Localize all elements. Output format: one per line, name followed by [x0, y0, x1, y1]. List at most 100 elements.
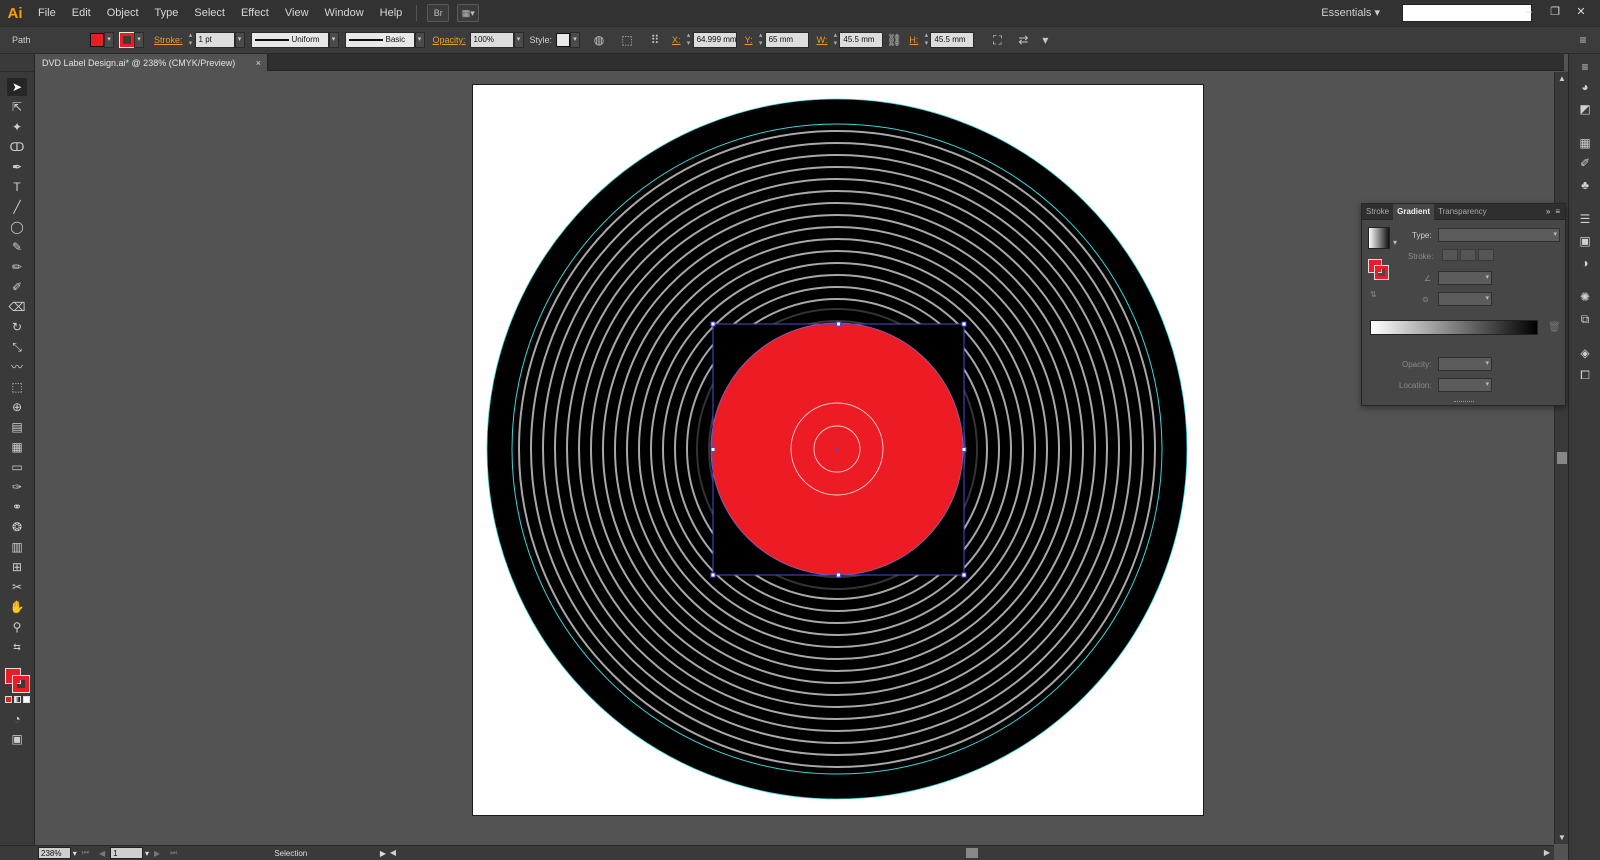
- selection-handle[interactable]: [836, 572, 841, 578]
- stroke-weight-field[interactable]: 1 pt: [194, 32, 235, 48]
- scroll-down-icon[interactable]: ▼: [1555, 833, 1569, 842]
- stroke-within-icon[interactable]: [1442, 249, 1458, 261]
- reverse-gradient-icon[interactable]: ⇅: [1370, 290, 1377, 299]
- selection-handle[interactable]: [961, 572, 967, 578]
- bridge-button[interactable]: Br: [427, 4, 450, 22]
- direct-selection-tool-icon[interactable]: ⇱: [7, 98, 27, 116]
- last-artboard-icon[interactable]: ⏭: [170, 848, 177, 858]
- stroke-dropdown-icon[interactable]: ▾: [134, 32, 144, 48]
- magic-wand-tool-icon[interactable]: ✦: [7, 118, 27, 136]
- w-spinner-icon[interactable]: ▴ ▾: [831, 32, 839, 48]
- artboard-tool-icon[interactable]: ⊞: [7, 558, 27, 576]
- horizontal-scrollbar[interactable]: ◀ ▶: [386, 845, 1554, 860]
- variable-width-dropdown-icon[interactable]: ▾: [328, 32, 339, 48]
- panel-menu-icon[interactable]: ≡: [1555, 207, 1565, 216]
- opacity-link[interactable]: Opacity:: [433, 35, 466, 45]
- tools-panel-grip[interactable]: [0, 54, 34, 72]
- menu-select[interactable]: Select: [186, 0, 233, 26]
- appearance-panel-icon[interactable]: ✺: [1575, 288, 1595, 306]
- close-tab-icon[interactable]: ×: [256, 58, 261, 68]
- gradient-stroke-swatch[interactable]: [1374, 265, 1389, 280]
- menu-effect[interactable]: Effect: [233, 0, 277, 26]
- hand-tool-icon[interactable]: ✋: [7, 598, 27, 616]
- paintbrush-tool-icon[interactable]: ✎: [7, 238, 27, 256]
- symbol-sprayer-tool-icon[interactable]: ❂: [7, 518, 27, 536]
- pencil-tool-icon[interactable]: ✏: [7, 258, 27, 276]
- y-label[interactable]: Y:: [745, 35, 753, 45]
- document-tab[interactable]: DVD Label Design.ai* @ 238% (CMYK/Previe…: [36, 54, 268, 71]
- swatches-panel-icon[interactable]: ▦: [1575, 134, 1595, 152]
- warp-tool-icon[interactable]: 〰: [7, 358, 27, 376]
- y-position-field[interactable]: 65 mm: [764, 32, 809, 48]
- constrain-proportions-icon[interactable]: ⛓: [885, 31, 903, 49]
- pen-tool-icon[interactable]: ✒: [7, 158, 27, 176]
- tab-transparency[interactable]: Transparency: [1434, 204, 1491, 220]
- variable-width-profile[interactable]: Uniform: [250, 32, 329, 48]
- swap-fill-stroke-icon[interactable]: ⇆: [7, 638, 27, 656]
- artwork-svg[interactable]: [36, 72, 1552, 844]
- restore-button[interactable]: ❐: [1542, 4, 1568, 20]
- minimize-button[interactable]: –: [1516, 4, 1542, 20]
- y-spinner-icon[interactable]: ▴ ▾: [757, 32, 765, 48]
- menu-type[interactable]: Type: [147, 0, 187, 26]
- scale-tool-icon[interactable]: ⤡: [7, 338, 27, 356]
- brushes-panel-icon[interactable]: ✐: [1575, 154, 1595, 172]
- menu-help[interactable]: Help: [372, 0, 411, 26]
- color-guide-icon[interactable]: ◩: [1575, 100, 1595, 118]
- slice-tool-icon[interactable]: ✂: [7, 578, 27, 596]
- scroll-right-icon[interactable]: ▶: [1540, 848, 1554, 857]
- zoom-field[interactable]: 238%: [38, 847, 71, 859]
- collapse-dock-icon[interactable]: ≡: [1575, 58, 1595, 76]
- selection-handle[interactable]: [961, 321, 967, 327]
- graphic-styles-icon[interactable]: ⧉: [1575, 310, 1595, 328]
- control-panel-menu-icon[interactable]: ≡: [1574, 31, 1592, 49]
- arrange-documents-icon[interactable]: ▦▾: [457, 4, 480, 22]
- color-mode-icon[interactable]: [5, 696, 12, 703]
- stroke-along-icon[interactable]: [1460, 249, 1476, 261]
- panel-resize-grip[interactable]: [1454, 401, 1474, 403]
- fill-color-swatch[interactable]: [90, 33, 104, 47]
- graphic-style-swatch[interactable]: [556, 33, 571, 47]
- collapse-panel-icon[interactable]: »: [1546, 207, 1555, 216]
- symbols-panel-icon[interactable]: ♣: [1575, 176, 1595, 194]
- selection-handle[interactable]: [710, 447, 716, 452]
- gradient-preview-swatch[interactable]: [1368, 227, 1390, 249]
- help-search-input[interactable]: [1402, 4, 1532, 22]
- gradient-opacity-field[interactable]: ▾: [1438, 357, 1492, 371]
- stroke-swatch[interactable]: [12, 675, 30, 693]
- blob-brush-tool-icon[interactable]: ✐: [7, 278, 27, 296]
- height-field[interactable]: 45.5 mm: [930, 32, 975, 48]
- reference-point-icon[interactable]: ⠿: [646, 31, 664, 49]
- h-spinner-icon[interactable]: ▴ ▾: [922, 32, 930, 48]
- selection-tool-icon[interactable]: ➤: [7, 78, 27, 96]
- gradient-preview-dropdown-icon[interactable]: ▾: [1393, 238, 1397, 247]
- first-artboard-icon[interactable]: ⏮: [82, 848, 89, 858]
- stroke-panel-icon[interactable]: ☰: [1575, 210, 1595, 228]
- aspect-ratio-field[interactable]: ▾: [1438, 292, 1492, 306]
- w-label[interactable]: W:: [817, 35, 828, 45]
- artboards-panel-icon[interactable]: ⧠: [1575, 366, 1595, 384]
- drawing-modes-icon[interactable]: ◔: [7, 710, 27, 728]
- lasso-tool-icon[interactable]: ↀ: [7, 138, 27, 156]
- eraser-tool-icon[interactable]: ⌫: [7, 298, 27, 316]
- x-label[interactable]: X:: [672, 35, 681, 45]
- type-tool-icon[interactable]: T: [7, 178, 27, 196]
- zoom-dropdown-icon[interactable]: ▾: [73, 849, 77, 858]
- close-window-button[interactable]: ✕: [1568, 4, 1594, 20]
- column-graph-tool-icon[interactable]: ▥: [7, 538, 27, 556]
- style-dropdown-icon[interactable]: ▾: [570, 32, 581, 48]
- opacity-field[interactable]: 100%: [469, 32, 514, 48]
- stroke-weight-dropdown-icon[interactable]: ▾: [234, 32, 245, 48]
- width-field[interactable]: 45.5 mm: [839, 32, 884, 48]
- fill-dropdown-icon[interactable]: ▾: [104, 32, 114, 48]
- artboard-number-field[interactable]: 1: [110, 847, 143, 859]
- line-tool-icon[interactable]: ╱: [7, 198, 27, 216]
- gradient-tool-icon[interactable]: ▭: [7, 458, 27, 476]
- gradient-type-select[interactable]: ▾: [1438, 228, 1560, 242]
- brush-dropdown-icon[interactable]: ▾: [414, 32, 425, 48]
- vertical-scroll-thumb[interactable]: [1557, 452, 1567, 464]
- h-label[interactable]: H:: [909, 35, 918, 45]
- rotate-tool-icon[interactable]: ↻: [7, 318, 27, 336]
- workspace-switcher[interactable]: Essentials ▾: [1321, 0, 1380, 26]
- selection-handle[interactable]: [836, 321, 841, 327]
